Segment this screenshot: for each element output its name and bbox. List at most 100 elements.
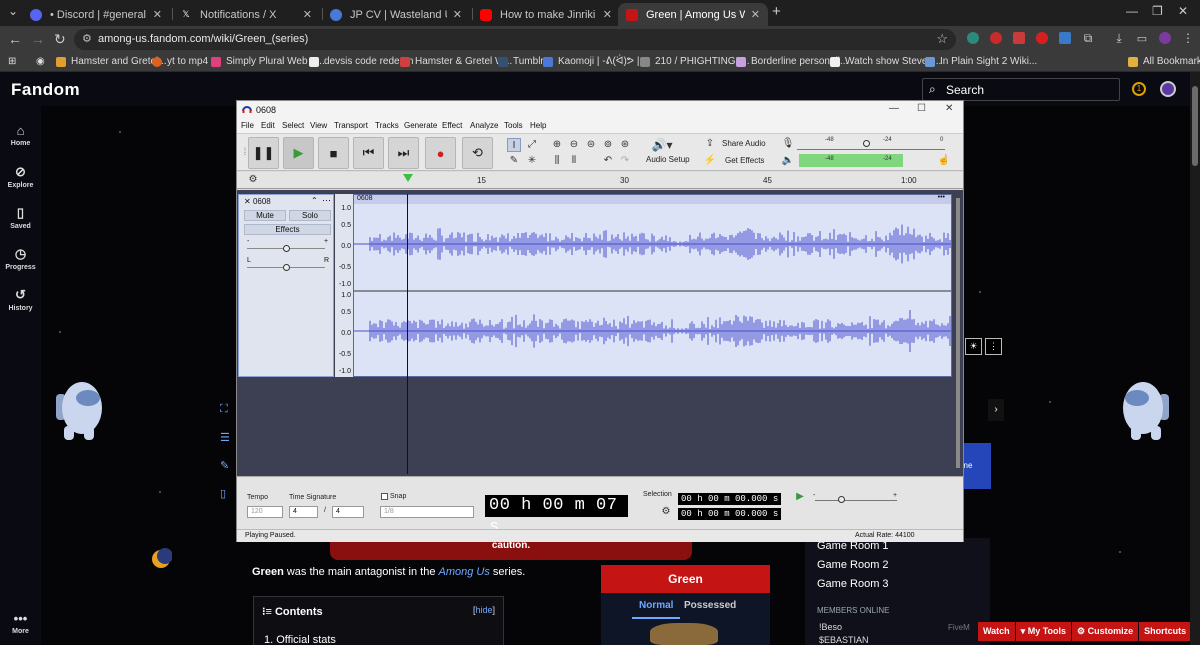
tab-notifications-x[interactable]: 𝕏 Notifications / X ✕ bbox=[172, 3, 320, 26]
playhead-marker[interactable] bbox=[403, 174, 413, 182]
draw-tool-icon[interactable]: ✎ bbox=[507, 154, 521, 168]
menu-effect[interactable]: Effect bbox=[442, 121, 462, 130]
bookmark-star-icon[interactable]: ☆ bbox=[936, 31, 948, 47]
stop-button[interactable]: ■ bbox=[318, 137, 349, 169]
play-at-speed-icon[interactable]: ▶ bbox=[793, 490, 807, 504]
selection-tool-icon[interactable]: I bbox=[507, 138, 521, 152]
pause-button[interactable]: ❚❚ bbox=[248, 137, 279, 169]
zoom-out-icon[interactable]: ⊖ bbox=[567, 138, 581, 152]
clip-menu-icon[interactable]: ••• bbox=[938, 194, 945, 201]
mute-button[interactable]: Mute bbox=[244, 210, 286, 221]
extensions-puzzle-icon[interactable]: ⧉ bbox=[1082, 31, 1094, 45]
menu-view[interactable]: View bbox=[310, 121, 327, 130]
rail-progress[interactable]: ◷ Progress bbox=[0, 246, 41, 271]
bookmark-item[interactable]: 210 / PHIGHTING!:... bbox=[640, 56, 749, 67]
speaker-icon[interactable]: 🔈 bbox=[781, 154, 795, 168]
download-icon[interactable]: ⤓ bbox=[1113, 31, 1125, 45]
solo-button[interactable]: Solo bbox=[289, 210, 331, 221]
microphone-icon[interactable]: 🎙 bbox=[781, 137, 795, 151]
zoom-in-icon[interactable]: ⊕ bbox=[550, 138, 564, 152]
close-tab-icon[interactable]: ✕ bbox=[751, 8, 760, 21]
bookmark-item[interactable]: Kaomoji | -ᕕ(ᐛ)ᕗ |... bbox=[543, 56, 648, 67]
timeline-ruler[interactable]: ⚙ 15 30 45 1:00 bbox=[237, 172, 963, 189]
close-tab-icon[interactable]: ✕ bbox=[453, 8, 462, 21]
skip-start-button[interactable]: ⏮ bbox=[353, 137, 384, 169]
close-tab-icon[interactable]: ✕ bbox=[153, 8, 162, 21]
track-name[interactable]: ✕ 0608 bbox=[244, 197, 271, 206]
close-window-icon[interactable]: ✕ bbox=[1178, 4, 1188, 18]
get-effects-icon[interactable]: ⚡ bbox=[703, 154, 717, 168]
menu-edit[interactable]: Edit bbox=[261, 121, 275, 130]
menu-tools[interactable]: Tools bbox=[504, 121, 523, 130]
track-menu-icon[interactable]: ⋯ bbox=[322, 195, 331, 206]
page-scrollbar[interactable] bbox=[1190, 72, 1200, 645]
gain-knob[interactable] bbox=[283, 245, 290, 252]
minimize-icon[interactable]: — bbox=[889, 103, 899, 114]
bookmark-item[interactable]: In Plain Sight 2 Wiki... bbox=[925, 56, 1037, 67]
pan-knob[interactable] bbox=[283, 264, 290, 271]
selection-settings-icon[interactable]: ⚙ bbox=[659, 505, 673, 519]
time-signature-numerator[interactable]: 4 bbox=[289, 506, 318, 518]
audio-setup-button[interactable]: Audio Setup bbox=[646, 155, 690, 164]
menu-transport[interactable]: Transport bbox=[334, 121, 368, 130]
url-text[interactable]: among-us.fandom.com/wiki/Green_(series) bbox=[98, 33, 308, 45]
loop-button[interactable]: ⟲ bbox=[462, 137, 493, 169]
close-window-icon[interactable]: ✕ bbox=[945, 103, 953, 114]
infobox-tab-normal[interactable]: Normal bbox=[639, 600, 673, 611]
hide-link[interactable]: hide bbox=[475, 605, 492, 615]
rail-home[interactable]: ⌂ Home bbox=[0, 123, 41, 147]
effects-button[interactable]: Effects bbox=[244, 224, 331, 235]
shortcuts-button[interactable]: Shortcuts bbox=[1139, 622, 1192, 641]
zoom-toggle-icon[interactable]: ⊛ bbox=[618, 138, 632, 152]
reload-icon[interactable]: ↻ bbox=[54, 31, 66, 48]
close-tab-icon[interactable]: ✕ bbox=[603, 8, 612, 21]
menu-kebab-icon[interactable]: ⋮ bbox=[1182, 31, 1194, 45]
timeline-settings-icon[interactable]: ⚙ bbox=[246, 173, 260, 187]
profile-avatar[interactable] bbox=[1159, 32, 1171, 44]
tab-jp-cv[interactable]: JP CV | Wasteland UTAU ✕ bbox=[322, 3, 470, 26]
extension-icon[interactable] bbox=[1013, 32, 1025, 44]
close-track-icon[interactable]: ✕ bbox=[244, 197, 253, 206]
my-tools-button[interactable]: ▾ My Tools bbox=[1015, 622, 1072, 641]
room-item[interactable]: Game Room 2 bbox=[817, 559, 889, 571]
play-button[interactable]: ▶ bbox=[283, 137, 314, 169]
trim-icon[interactable]: ⫼ bbox=[550, 154, 564, 168]
user-avatar[interactable] bbox=[1160, 81, 1176, 97]
notification-bell-icon[interactable]: 1 bbox=[1132, 82, 1146, 96]
clip-header[interactable]: 0608 ••• bbox=[354, 194, 951, 204]
tab-youtube[interactable]: How to make Jinriki CV/VCV UT ✕ bbox=[472, 3, 620, 26]
snap-select[interactable]: 1/8 bbox=[380, 506, 474, 518]
snap-checkbox[interactable] bbox=[381, 493, 388, 500]
restore-icon[interactable]: ❐ bbox=[1152, 4, 1163, 18]
apps-grid-icon[interactable]: ⊞ bbox=[8, 56, 16, 67]
menu-select[interactable]: Select bbox=[282, 121, 304, 130]
amplitude-ruler[interactable]: 1.0 0.5 0.0 -0.5 -1.0 1.0 0.5 0.0 -0.5 -… bbox=[335, 194, 353, 377]
multi-tool-icon[interactable]: ✳ bbox=[525, 154, 539, 168]
play-speed-slider[interactable] bbox=[815, 500, 897, 501]
extension-icon[interactable] bbox=[1059, 32, 1071, 44]
member-item[interactable]: $EBASTIAN bbox=[819, 635, 869, 645]
silence-icon[interactable]: ⫴ bbox=[567, 154, 581, 168]
maximize-icon[interactable]: ☐ bbox=[917, 103, 926, 114]
fandom-logo[interactable]: Fandom bbox=[11, 80, 80, 100]
rail-more[interactable]: ••• More bbox=[0, 611, 41, 635]
menu-file[interactable]: File bbox=[241, 121, 254, 130]
menu-help[interactable]: Help bbox=[530, 121, 546, 130]
menu-analyze[interactable]: Analyze bbox=[470, 121, 498, 130]
back-icon[interactable]: ← bbox=[8, 31, 22, 47]
get-effects-button[interactable]: Get Effects bbox=[725, 156, 764, 165]
bookmark-item[interactable]: devsis code redeem bbox=[309, 56, 414, 67]
envelope-tool-icon[interactable]: ⤢ bbox=[525, 138, 539, 152]
bookmark-item[interactable]: Simply Plural Web A... bbox=[211, 56, 325, 67]
new-tab-button[interactable]: + bbox=[772, 3, 781, 20]
play-speed-knob[interactable] bbox=[838, 496, 845, 503]
bookmark-item[interactable]: Hamster & Gretel W... bbox=[400, 56, 512, 67]
page-kebab-icon[interactable]: ⋮ bbox=[985, 338, 1002, 355]
all-bookmarks[interactable]: All Bookmarks bbox=[1128, 56, 1200, 67]
tab-search-icon[interactable]: ⌄ bbox=[8, 4, 18, 18]
fandom-search[interactable]: ⌕ Search bbox=[922, 78, 1120, 101]
rail-history[interactable]: ↺ History bbox=[0, 287, 41, 312]
record-button[interactable]: ● bbox=[425, 137, 456, 169]
time-signature-denominator[interactable]: 4 bbox=[332, 506, 364, 518]
site-info-icon[interactable]: ⚙ bbox=[82, 32, 92, 45]
